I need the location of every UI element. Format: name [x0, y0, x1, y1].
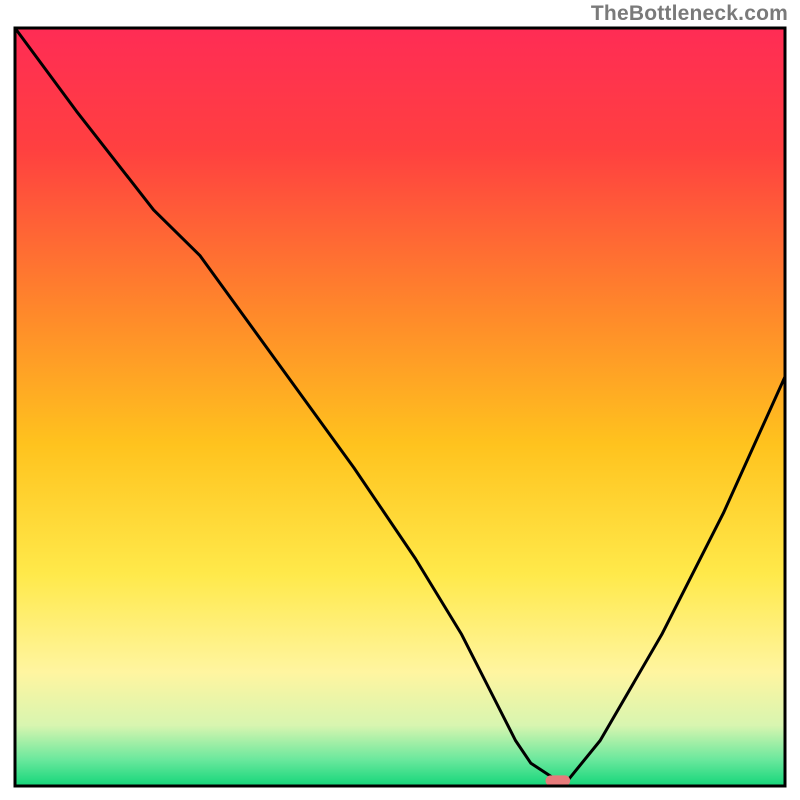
bottleneck-chart — [0, 0, 800, 800]
gradient-background — [15, 28, 785, 786]
watermark-text: TheBottleneck.com — [591, 2, 788, 26]
chart-container: TheBottleneck.com — [0, 0, 800, 800]
optimum-marker — [546, 775, 571, 786]
